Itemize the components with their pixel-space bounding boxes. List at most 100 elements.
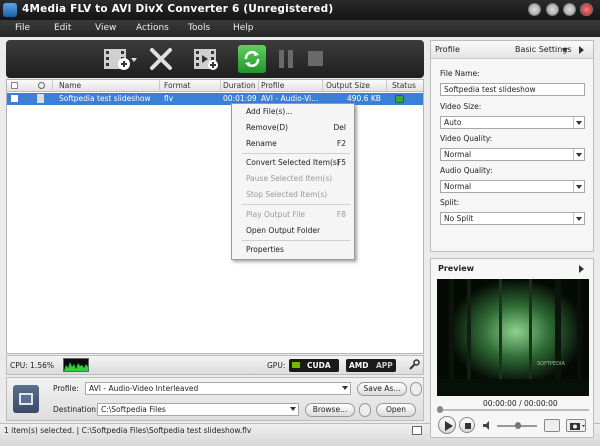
add-segment-button[interactable] <box>191 46 221 72</box>
browse-button[interactable]: Browse... <box>305 403 355 417</box>
video-size-label: Video Size: <box>440 102 482 111</box>
play-button[interactable] <box>438 416 456 434</box>
menu-file[interactable]: File <box>15 23 30 33</box>
profile-panel-title: Profile <box>435 45 460 54</box>
col-profile[interactable]: Profile <box>261 81 284 90</box>
cpu-graph <box>63 358 89 372</box>
minimize-button[interactable] <box>546 3 559 16</box>
col-format[interactable]: Format <box>164 81 190 90</box>
add-video-button[interactable] <box>102 46 138 72</box>
status-col-icon <box>38 82 45 89</box>
profile-file-icon <box>13 385 39 413</box>
audio-quality-select[interactable]: Normal <box>440 180 585 193</box>
snapshot-camera-icon[interactable] <box>566 419 586 432</box>
table-row[interactable]: Softpedia test slideshow flv 00:01:09 AV… <box>7 93 423 105</box>
browse-arrow-icon[interactable] <box>359 403 371 417</box>
menu-tools[interactable]: Tools <box>188 23 210 33</box>
chevron-right-icon[interactable] <box>579 265 584 273</box>
menu-actions[interactable]: Actions <box>136 23 169 33</box>
destination-label: Destination: <box>53 405 99 414</box>
remove-button[interactable] <box>148 46 174 72</box>
menu-help[interactable]: Help <box>233 23 254 33</box>
aspect-ratio-icon[interactable] <box>544 419 560 432</box>
profile-panel-header: Profile Basic Settings <box>431 41 593 59</box>
row-format: flv <box>164 94 174 103</box>
file-list[interactable]: Name Format Duration Profile Output Size… <box>6 79 424 354</box>
open-button[interactable]: Open <box>376 403 416 417</box>
context-menu: Add File(s)... Remove(D) Del Rename F2 C… <box>231 103 355 260</box>
ctx-properties[interactable]: Properties <box>246 245 284 254</box>
seek-thumb[interactable] <box>437 406 443 413</box>
stop-icon <box>465 423 471 429</box>
settings-wrench-icon[interactable] <box>408 359 420 371</box>
volume-icon[interactable] <box>483 421 493 430</box>
video-quality-select[interactable]: Normal <box>440 148 585 161</box>
seek-slider[interactable] <box>437 409 589 411</box>
ctx-rename-shortcut: F2 <box>336 139 346 148</box>
video-segment-icon <box>194 49 218 70</box>
play-icon <box>445 421 453 431</box>
col-name[interactable]: Name <box>59 81 81 90</box>
chevron-down-icon <box>573 149 584 160</box>
cuda-badge[interactable]: CUDA <box>289 359 339 372</box>
stop-preview-button[interactable] <box>459 417 475 433</box>
file-name-input[interactable]: Softpedia test slideshow <box>440 83 585 96</box>
split-select[interactable]: No Split <box>440 212 585 225</box>
refresh-icon <box>244 50 260 68</box>
maximize-button[interactable] <box>563 3 576 16</box>
menu-view[interactable]: View <box>95 23 116 33</box>
close-icon <box>150 48 172 70</box>
chevron-down-icon <box>573 213 584 224</box>
menu-edit[interactable]: Edit <box>54 23 71 33</box>
video-quality-label: Video Quality: <box>440 134 493 143</box>
app-window: 4Media FLV to AVI DivX Converter 6 (Unre… <box>0 0 600 446</box>
amd-app-badge[interactable]: AMD APP <box>346 359 396 372</box>
ctx-pause-selected: Pause Selected Item(s) <box>246 174 333 183</box>
destination-select[interactable]: C:\Softpedia Files <box>97 403 299 416</box>
profile-label: Profile: <box>53 384 79 393</box>
menu-bar: File Edit View Actions Tools Help <box>0 20 600 37</box>
chevron-down-icon <box>573 181 584 192</box>
status-ready-icon <box>395 95 404 103</box>
log-icon[interactable] <box>412 426 422 435</box>
title-bar: 4Media FLV to AVI DivX Converter 6 (Unre… <box>0 0 600 20</box>
window-title: 4Media FLV to AVI DivX Converter 6 (Unre… <box>22 3 334 15</box>
status-text: 1 item(s) selected. | C:\Softpedia Files… <box>4 426 252 435</box>
help-icon[interactable] <box>528 3 541 16</box>
select-all-checkbox[interactable] <box>11 82 18 89</box>
audio-quality-label: Audio Quality: <box>440 166 493 175</box>
file-icon <box>37 94 44 103</box>
volume-thumb[interactable] <box>515 422 521 429</box>
ctx-rename[interactable]: Rename <box>246 139 277 148</box>
pause-button[interactable] <box>277 46 295 72</box>
chevron-down-icon <box>573 117 584 128</box>
cpu-gpu-row: CPU: 1.56% GPU: CUDA AMD APP <box>6 355 424 375</box>
profile-select[interactable]: AVI - Audio-Video Interleaved <box>85 382 351 395</box>
preview-panel: Preview SOFTPEDIA 00:00:00 / 00:00:00 <box>430 258 594 438</box>
watermark-text: SOFTPEDIA <box>537 361 565 367</box>
ctx-convert-shortcut: F5 <box>336 158 346 167</box>
col-status[interactable]: Status <box>392 81 416 90</box>
stop-button[interactable] <box>306 46 324 72</box>
stop-icon <box>308 51 323 66</box>
chevron-right-icon[interactable] <box>579 46 584 54</box>
profile-panel: Profile Basic Settings File Name: Softpe… <box>430 40 594 252</box>
row-duration: 00:01:09 <box>223 94 257 103</box>
ctx-open-output-folder[interactable]: Open Output Folder <box>246 226 320 235</box>
ctx-add-files[interactable]: Add File(s)... <box>246 107 292 116</box>
row-output-size: 490.6 KB <box>347 94 381 103</box>
forest-frame-image <box>437 279 589 396</box>
close-button[interactable] <box>580 3 593 16</box>
ctx-convert-selected[interactable]: Convert Selected Item(s) <box>246 158 340 167</box>
row-checkbox[interactable] <box>11 95 18 102</box>
col-output-size[interactable]: Output Size <box>326 81 370 90</box>
video-size-select[interactable]: Auto <box>440 116 585 129</box>
save-as-button[interactable]: Save As... <box>357 382 407 396</box>
caret-down-icon <box>562 48 568 52</box>
col-duration[interactable]: Duration <box>223 81 256 90</box>
row-name: Softpedia test slideshow <box>59 94 151 103</box>
chevron-down-icon <box>290 407 296 411</box>
save-as-arrow-icon[interactable] <box>410 382 422 396</box>
ctx-remove[interactable]: Remove(D) <box>246 123 288 132</box>
convert-button[interactable] <box>238 45 266 73</box>
